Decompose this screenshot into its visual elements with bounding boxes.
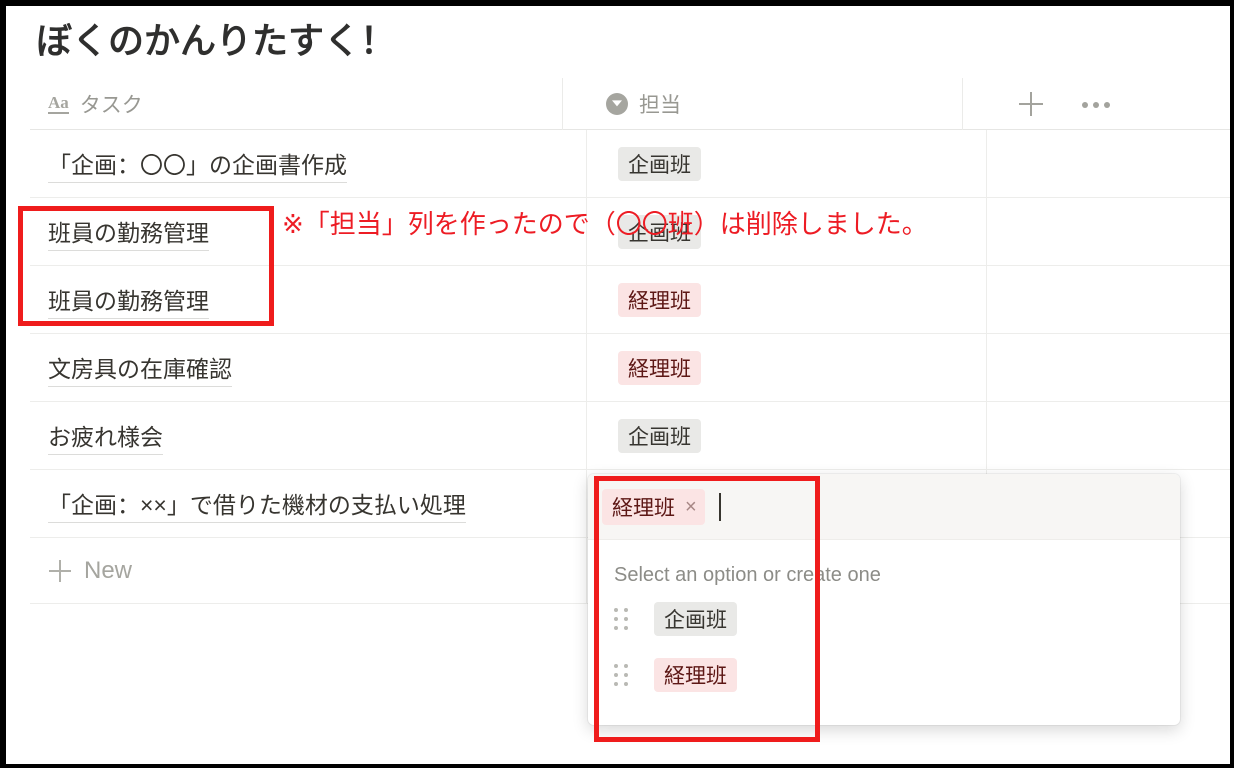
row-column-divider-2 [986, 266, 987, 334]
popup-option-list: Select an option or create one 企画班 経理班 [588, 540, 1180, 725]
tag-chip: 経理班 [618, 283, 701, 317]
task-title-cell[interactable]: 班員の勤務管理 [48, 198, 209, 266]
row-column-divider-2 [986, 130, 987, 198]
table-header-row: Aa タスク 担当 [30, 78, 1230, 130]
header-column-divider-2 [962, 78, 963, 130]
task-title: 「企画：〇〇」の企画書作成 [48, 146, 347, 183]
option-item-kikakuhan[interactable]: 企画班 [588, 591, 1180, 647]
assignee-cell[interactable]: 企画班 [618, 402, 701, 470]
tag-chip: 企画班 [618, 419, 701, 453]
task-title: 班員の勤務管理 [48, 214, 209, 251]
text-type-icon: Aa [48, 93, 69, 114]
selected-tag-label: 経理班 [612, 496, 675, 520]
row-column-divider-1 [586, 130, 587, 198]
row-column-divider-2 [986, 334, 987, 402]
annotation-text: ※「担当」列を作ったので（〇〇班）は削除しました。 [282, 209, 928, 239]
column-header-task[interactable]: Aa タスク [48, 78, 143, 130]
text-caret [718, 492, 721, 521]
add-property-icon[interactable] [1015, 88, 1047, 120]
assignee-cell[interactable]: 経理班 [618, 266, 701, 334]
page-title[interactable]: ぼくのかんりたすく！ [36, 12, 396, 64]
tag-chip: 企画班 [618, 147, 701, 181]
assignee-cell[interactable]: 経理班 [618, 334, 701, 402]
popup-hint-text: Select an option or create one [614, 564, 881, 586]
new-row-label-wrap: New [48, 538, 132, 604]
option-tag-chip: 経理班 [654, 658, 737, 692]
task-title: お疲れ様会 [48, 418, 163, 455]
assignee-cell[interactable]: 企画班 [618, 130, 701, 198]
column-header-assignee[interactable]: 担当 [606, 78, 681, 130]
task-title: 「企画：××」で借りた機材の支払い処理 [48, 486, 466, 523]
task-title: 班員の勤務管理 [48, 282, 209, 319]
selected-tag-chip[interactable]: 経理班 × [602, 488, 705, 525]
row-column-divider-2 [986, 402, 987, 470]
task-title: 文房具の在庫確認 [48, 350, 232, 387]
task-title-cell[interactable]: 文房具の在庫確認 [48, 334, 232, 402]
column-header-task-label: タスク [79, 94, 143, 117]
header-column-divider-1 [562, 78, 563, 130]
row-column-divider-1 [586, 538, 587, 604]
table-row[interactable]: お疲れ様会 企画班 [30, 402, 1230, 470]
row-column-divider-1 [586, 266, 587, 334]
new-row-label: New [84, 557, 133, 584]
remove-tag-icon[interactable]: × [685, 497, 697, 517]
option-tag-chip: 企画班 [654, 602, 737, 636]
plus-icon [48, 559, 72, 583]
task-title-cell[interactable]: 「企画：〇〇」の企画書作成 [48, 130, 347, 198]
drag-handle-icon[interactable] [614, 608, 628, 630]
table-row[interactable]: 「企画：〇〇」の企画書作成 企画班 [30, 130, 1230, 198]
drag-handle-icon[interactable] [614, 664, 628, 686]
option-item-keirihan[interactable]: 経理班 [588, 647, 1180, 703]
row-column-divider-1 [586, 402, 587, 470]
table-row[interactable]: 班員の勤務管理 経理班 [30, 266, 1230, 334]
more-options-icon[interactable] [1078, 88, 1116, 120]
row-column-divider-2 [986, 198, 987, 266]
task-title-cell[interactable]: 「企画：××」で借りた機材の支払い処理 [48, 470, 466, 538]
task-title-cell[interactable]: 班員の勤務管理 [48, 266, 209, 334]
row-column-divider-1 [586, 470, 587, 538]
tag-input-area[interactable]: 経理班 × [588, 474, 1180, 540]
select-type-icon [606, 93, 628, 115]
row-column-divider-1 [586, 334, 587, 402]
select-option-popup[interactable]: 経理班 × Select an option or create one 企画班… [588, 474, 1180, 725]
screenshot-frame: ぼくのかんりたすく！ Aa タスク 担当 「企画：〇〇」の企画書作成 企画班 班… [6, 6, 1230, 764]
table-row[interactable]: 文房具の在庫確認 経理班 [30, 334, 1230, 402]
tag-chip: 経理班 [618, 351, 701, 385]
task-title-cell[interactable]: お疲れ様会 [48, 402, 163, 470]
column-header-assignee-label: 担当 [639, 94, 681, 117]
